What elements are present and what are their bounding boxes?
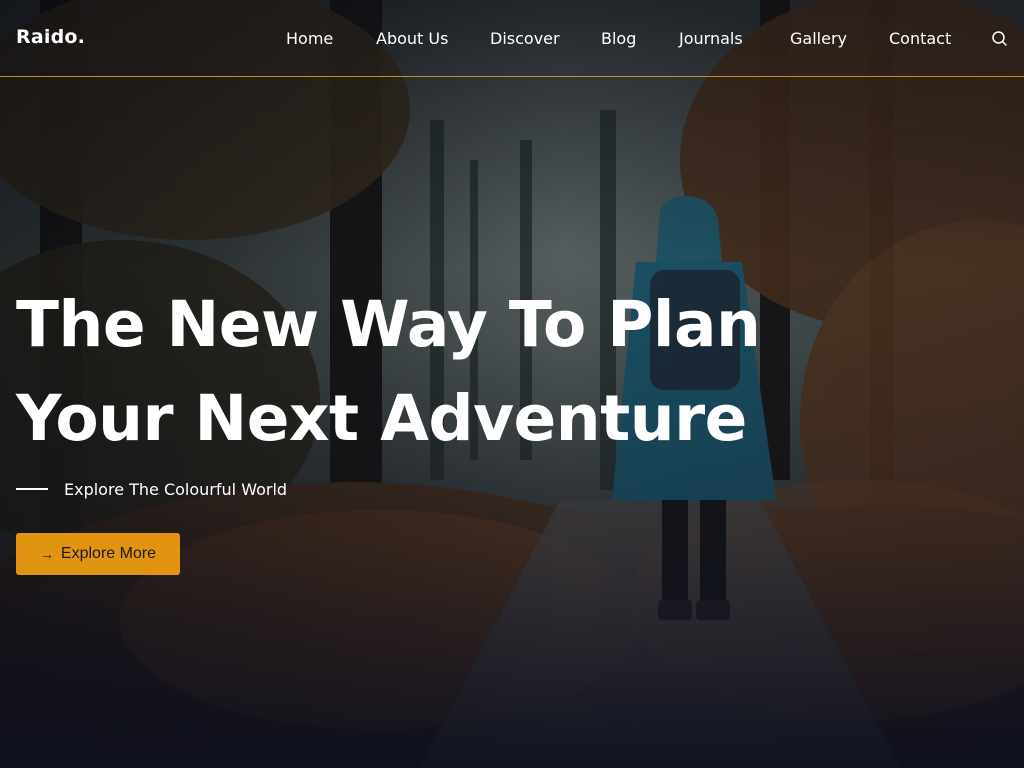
nav-home[interactable]: Home [286,28,333,50]
explore-more-label: Explore More [60,545,157,562]
nav-gallery[interactable]: Gallery [790,28,847,50]
search-icon [992,31,1007,46]
nav-blog[interactable]: Blog [601,28,636,50]
nav-contact[interactable]: Contact [889,28,951,50]
subheading-text: Explore The Colourful World [64,479,288,499]
main-nav: Home About Us Discover Blog Journals Gal… [0,28,1024,50]
nav-journals[interactable]: Journals [679,28,743,50]
subheading-divider [16,488,48,490]
site-header: Raido. Home About Us Discover Blog Journ… [0,0,1024,77]
hero-subheading: Explore The Colourful World [16,478,287,500]
hero-section: Raido. Home About Us Discover Blog Journ… [0,0,1024,768]
hero-headline-line-1: The New Way To Plan [16,288,761,361]
search-button[interactable] [990,29,1010,49]
nav-discover[interactable]: Discover [490,28,560,50]
hero-headline: The New Way To Plan Your Next Adventure [16,278,776,466]
nav-about-us[interactable]: About Us [376,28,448,50]
hero-headline-line-2: Your Next Adventure [16,382,747,455]
explore-more-button[interactable]: → Explore More [16,533,180,575]
arrow-right-icon: → [39,546,54,562]
